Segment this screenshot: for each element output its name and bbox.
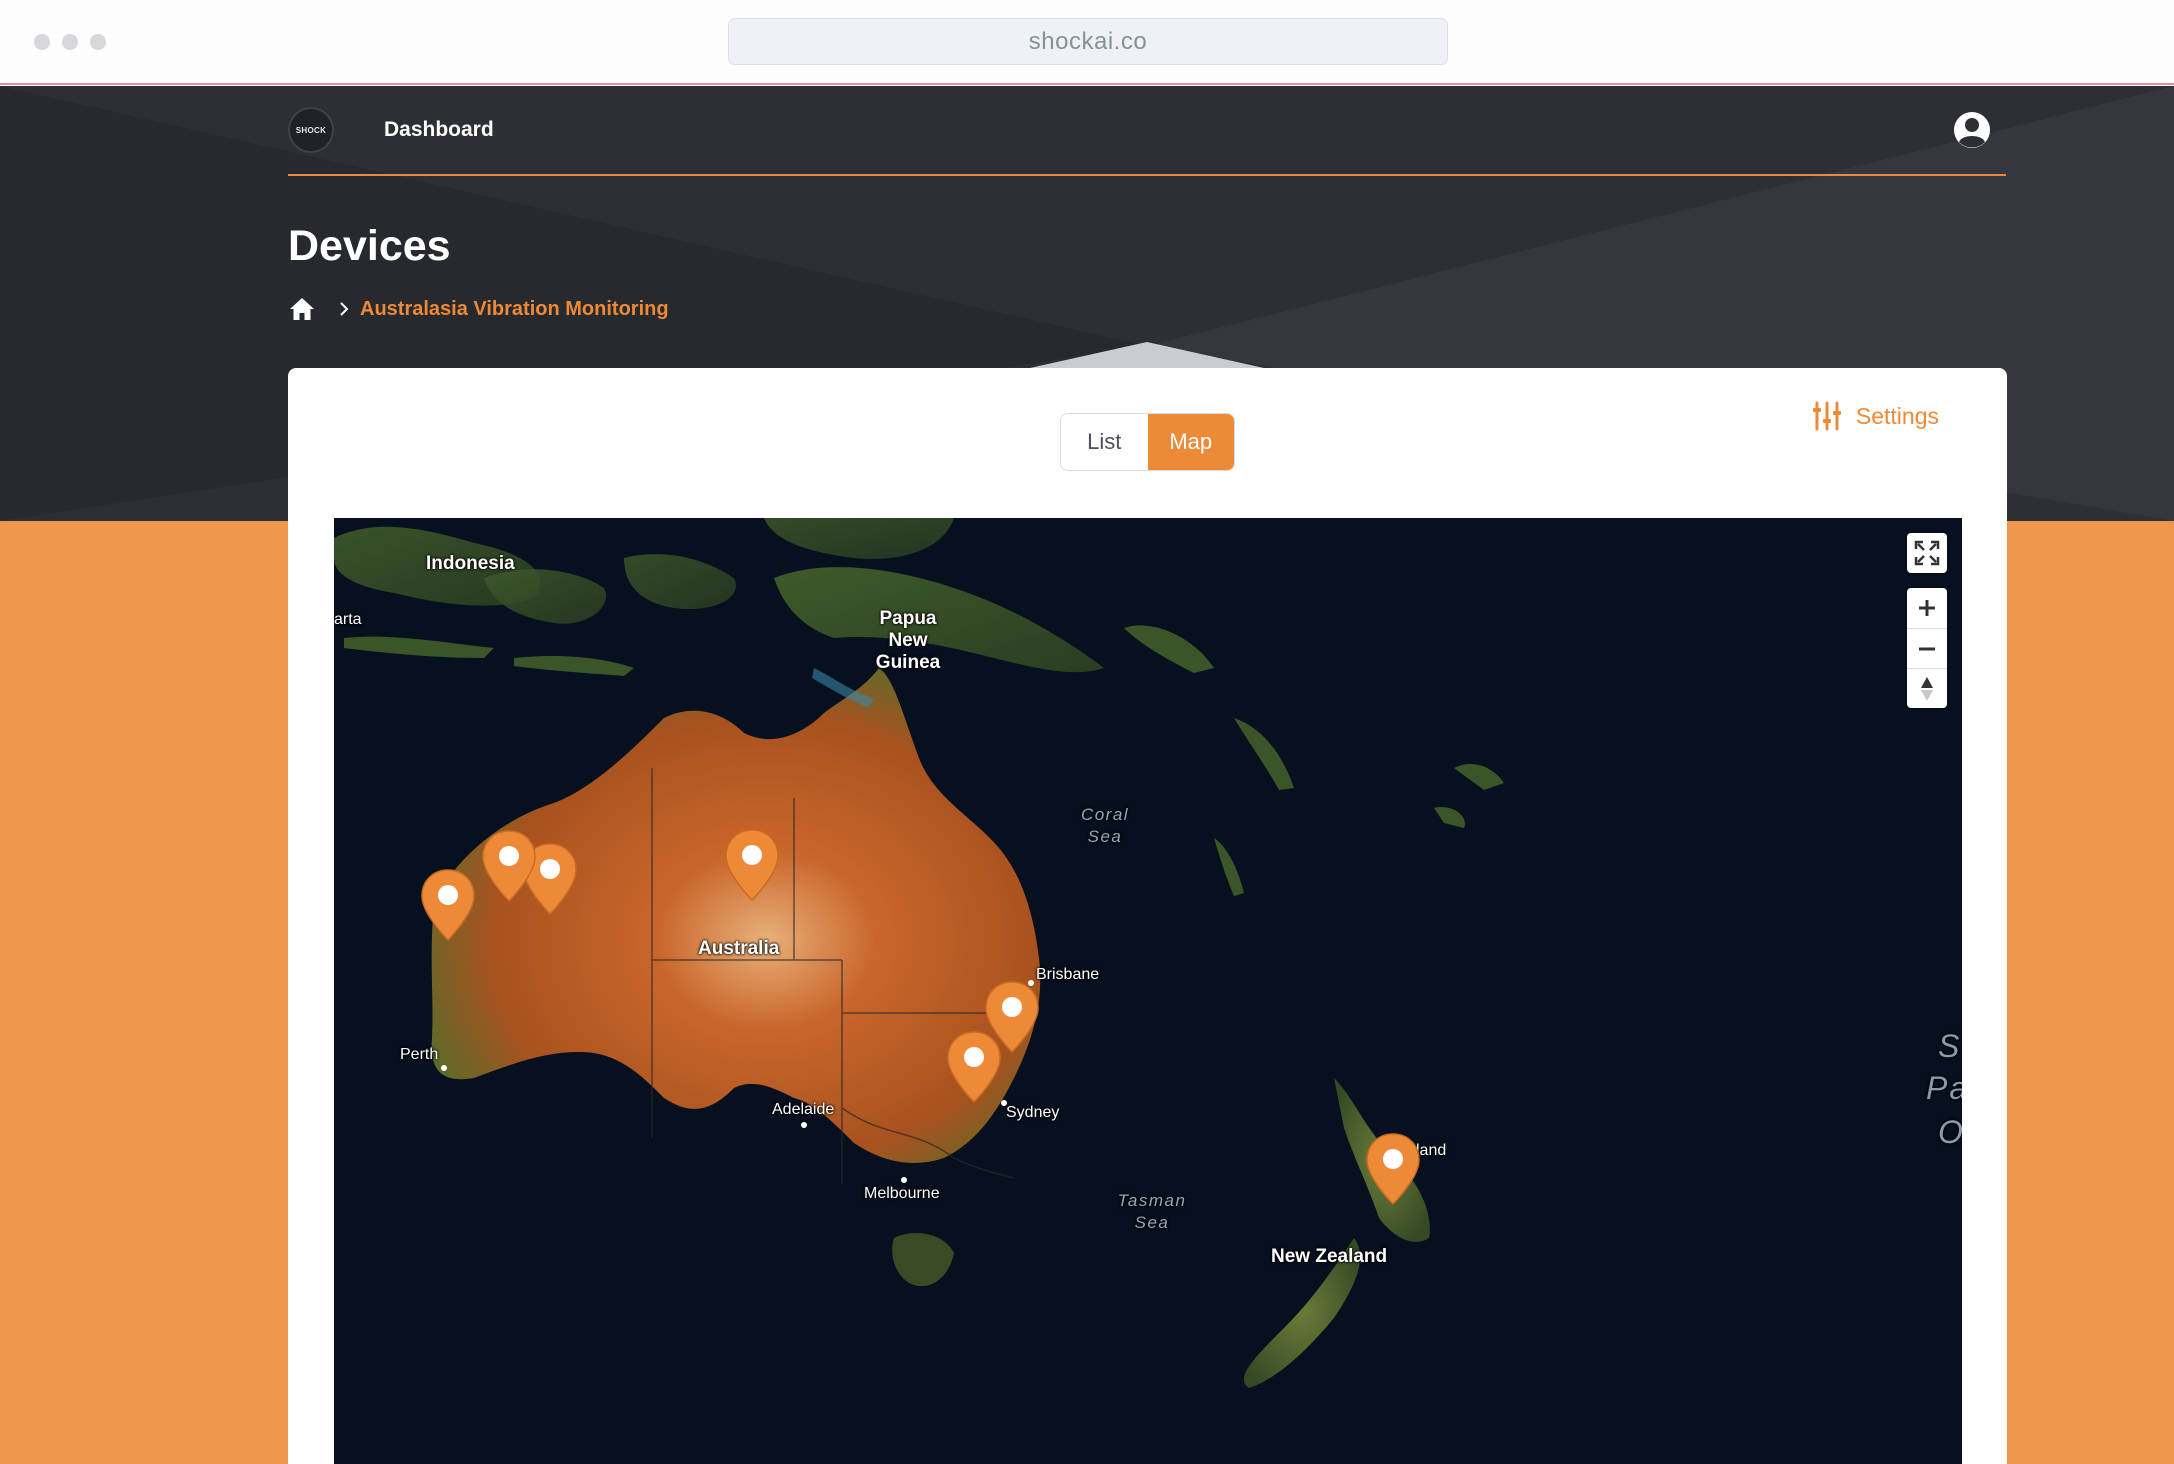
view-toggle: List Map: [1060, 413, 1235, 471]
breadcrumb: Australasia Vibration Monitoring: [288, 294, 669, 324]
list-view-button[interactable]: List: [1061, 414, 1148, 470]
device-marker-icon[interactable]: [1365, 1132, 1421, 1206]
compass-icon[interactable]: [1907, 668, 1947, 708]
user-account-icon[interactable]: [1952, 110, 1992, 150]
top-nav: SHOCK Dashboard: [288, 86, 2006, 176]
device-marker-icon[interactable]: [724, 828, 780, 902]
device-marker-icon[interactable]: [420, 868, 476, 942]
map-label-city: Melbourne: [864, 1185, 940, 1202]
map-label-sea: Tasman Sea: [1117, 1191, 1187, 1232]
maximize-window-dot[interactable]: [90, 34, 106, 50]
home-icon[interactable]: [288, 295, 316, 323]
breadcrumb-item-project[interactable]: Australasia Vibration Monitoring: [360, 298, 669, 321]
map-label-country: Papua New Guinea: [875, 608, 941, 673]
map-label-sea: Coral Sea: [1080, 805, 1130, 846]
sliders-icon: [1812, 401, 1841, 431]
brand-logo[interactable]: SHOCK: [288, 107, 334, 153]
map-label-country: Indonesia: [426, 553, 515, 574]
navigation-control: [1907, 588, 1947, 708]
page-title: Devices: [288, 222, 451, 270]
map-label-country: New Zealand: [1271, 1246, 1388, 1267]
map-label-ocean: O: [1938, 1114, 1962, 1151]
browser-chrome: shockai.co: [0, 0, 2174, 85]
device-map[interactable]: Indonesia Papua New Guinea Australia New…: [334, 518, 1962, 1464]
map-label-city: Perth: [400, 1046, 439, 1063]
fullscreen-icon[interactable]: [1907, 533, 1947, 573]
map-label-ocean: Pa: [1926, 1070, 1962, 1106]
close-window-dot[interactable]: [34, 34, 50, 50]
map-label-country: Australia: [698, 938, 780, 959]
settings-label: Settings: [1855, 402, 1939, 429]
window-controls: [34, 34, 106, 50]
map-label-city: Adelaide: [772, 1101, 835, 1118]
device-marker-icon[interactable]: [481, 829, 537, 903]
map-view-button[interactable]: Map: [1147, 414, 1234, 470]
map-label-city: arta: [334, 611, 362, 628]
map-label-city: Sydney: [1006, 1104, 1060, 1121]
map-label-city: Brisbane: [1036, 966, 1100, 983]
address-bar[interactable]: shockai.co: [728, 18, 1448, 65]
map-terrain: [334, 518, 1504, 1388]
map-label-ocean: S: [1938, 1028, 1962, 1064]
device-marker-icon[interactable]: [946, 1030, 1002, 1104]
fullscreen-control: [1907, 533, 1947, 573]
zoom-out-icon[interactable]: [1907, 628, 1947, 668]
minimize-window-dot[interactable]: [62, 34, 78, 50]
settings-button[interactable]: Settings: [1812, 398, 1939, 434]
zoom-in-icon[interactable]: [1907, 588, 1947, 628]
nav-dashboard-link[interactable]: Dashboard: [384, 118, 494, 142]
chevron-right-icon: [340, 302, 349, 316]
